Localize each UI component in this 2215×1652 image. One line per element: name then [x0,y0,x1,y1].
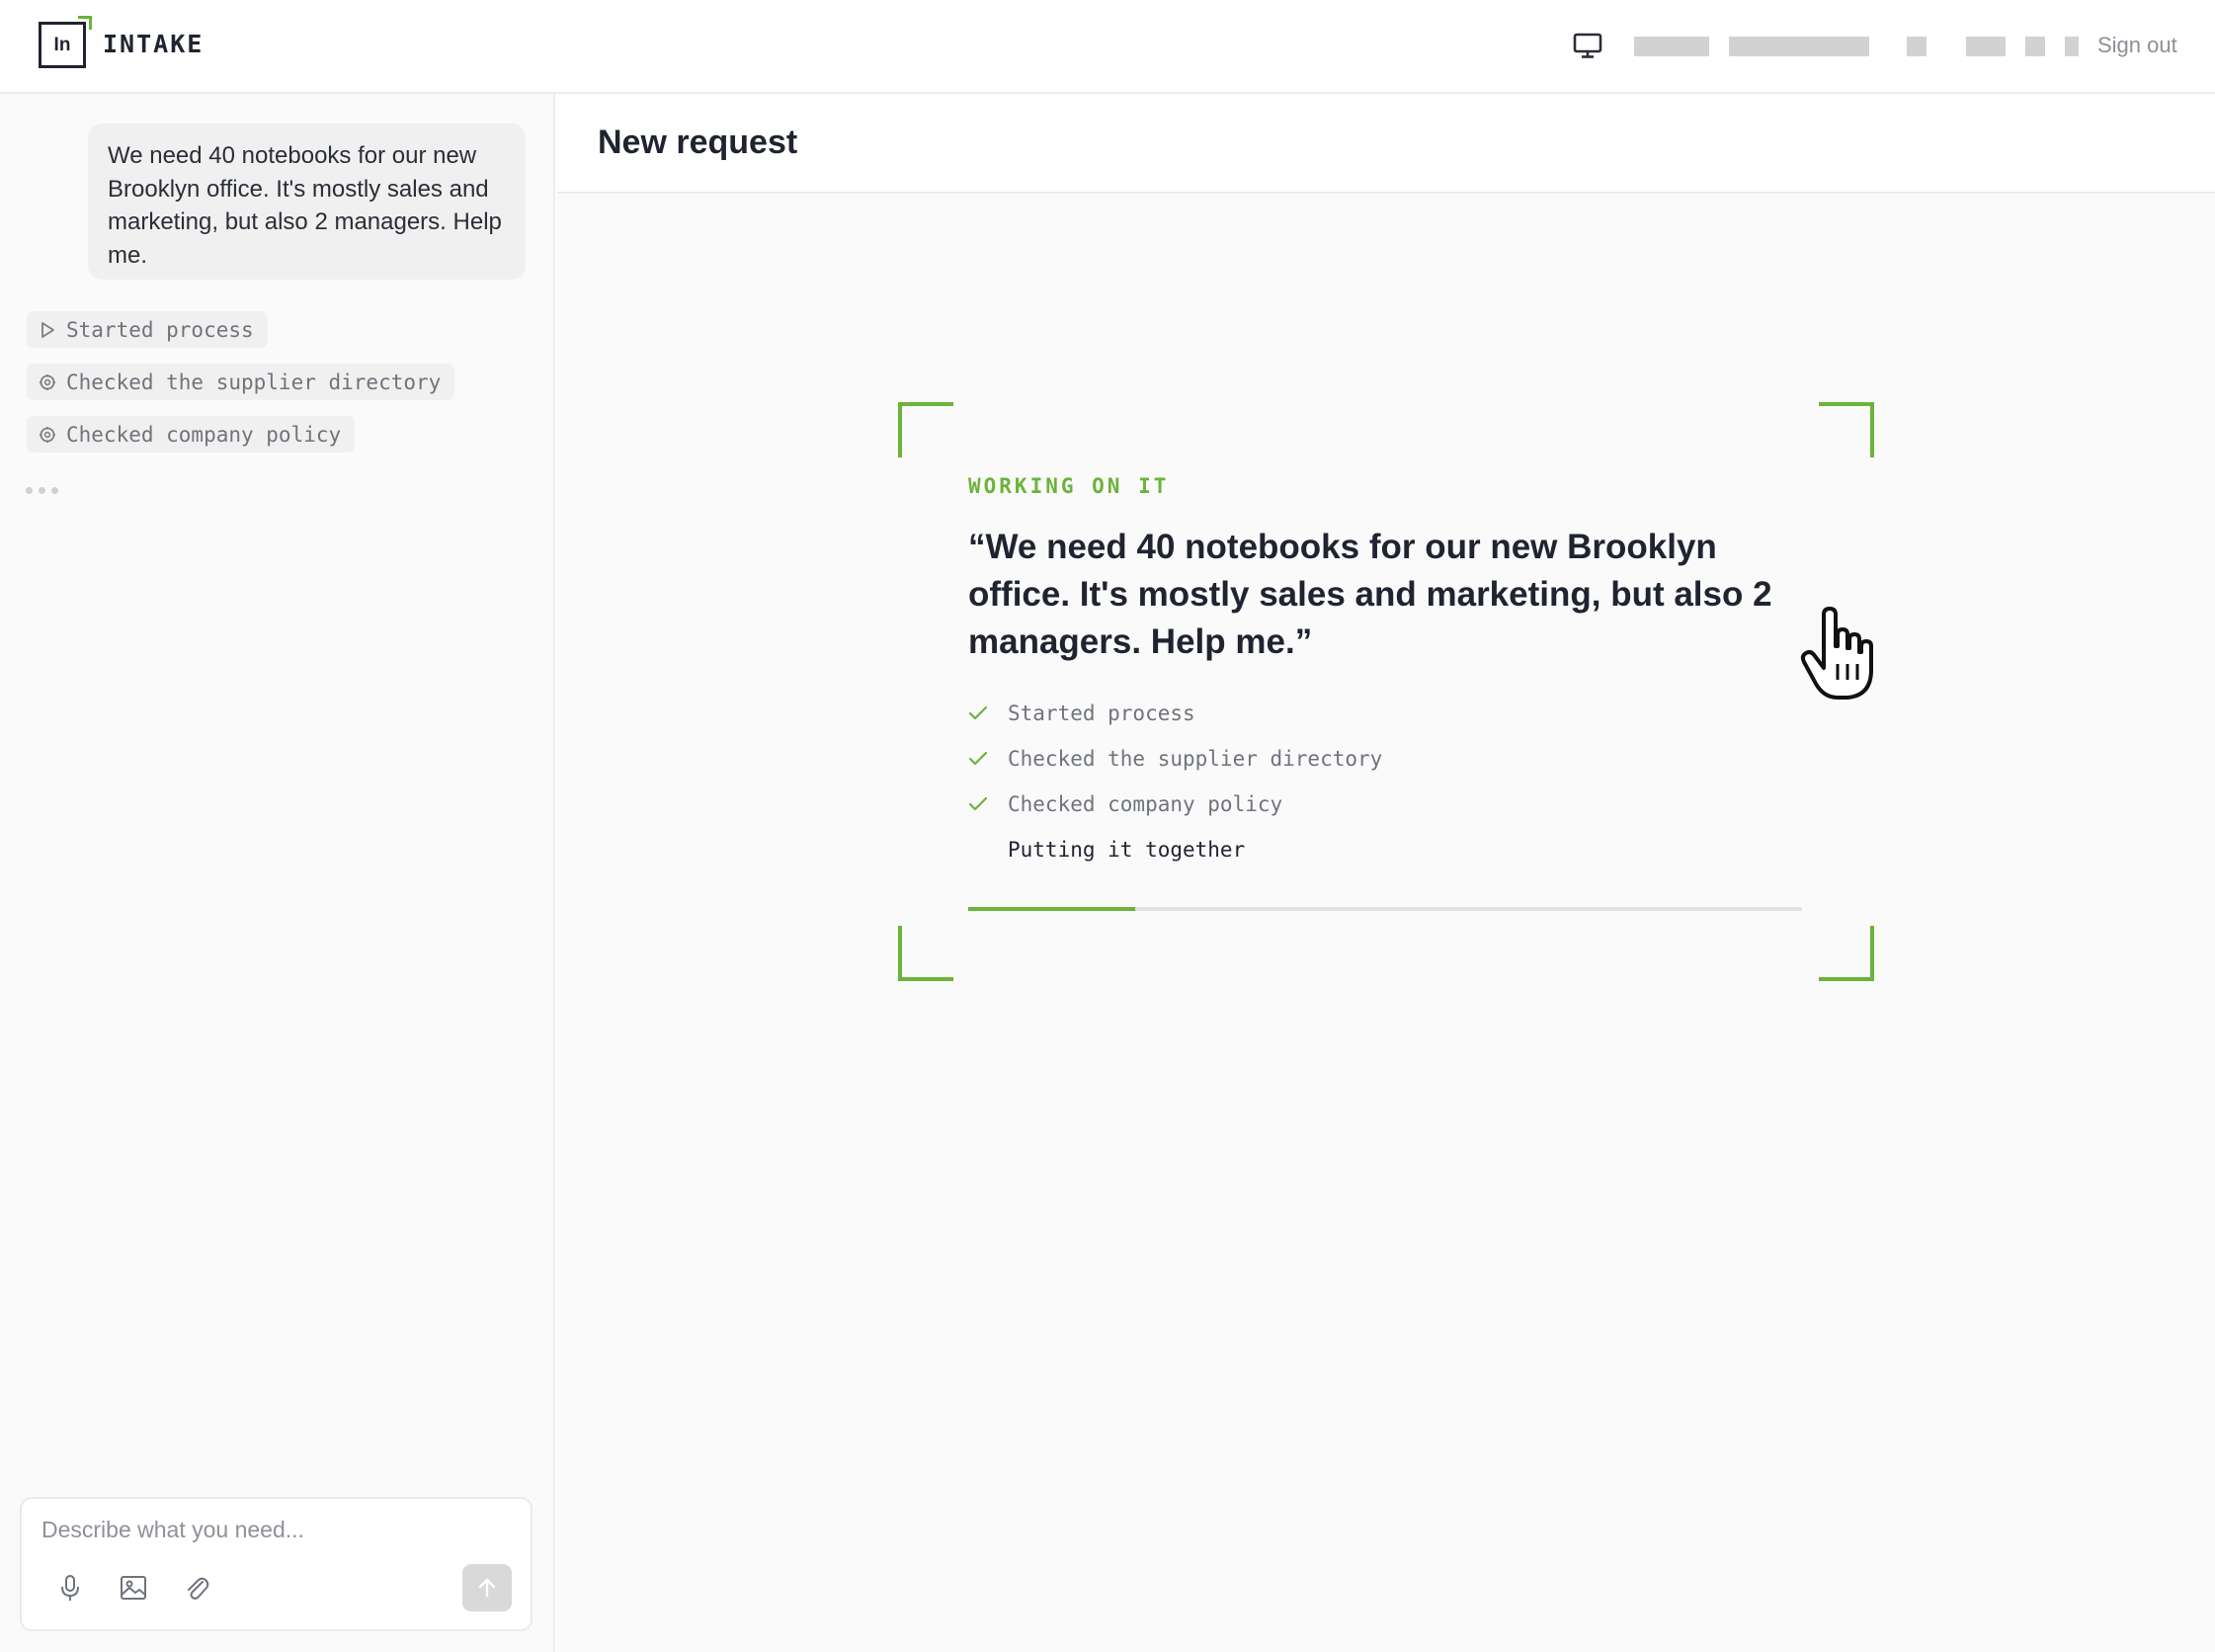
typing-indicator [26,487,58,494]
conversation-sidebar: We need 40 notebooks for our new Brookly… [0,94,555,1652]
main-header: New request [557,94,2215,194]
redacted-nav-item [2025,37,2045,56]
send-button[interactable] [462,1564,512,1611]
activity-chip-supplier[interactable]: Checked the supplier directory [27,364,455,400]
page-title: New request [598,124,798,161]
check-icon [968,705,992,721]
step-label: Putting it together [1008,838,1246,862]
check-icon [968,751,992,767]
activity-chip-started[interactable]: Started process [27,311,268,348]
paperclip-icon[interactable] [182,1573,211,1603]
progress-step: Checked the supplier directory [968,747,1382,771]
activity-chip-label: Checked the supplier directory [66,370,442,394]
top-bar: In INTAKE Sign out [0,0,2215,94]
main-content [557,194,2215,1652]
typing-dot [26,487,33,494]
step-label: Checked company policy [1008,792,1283,816]
frame-corner-top-right [1819,402,1874,457]
arrow-up-icon [478,1578,496,1598]
typing-dot [51,487,58,494]
progress-bar-fill [968,907,1135,911]
redacted-nav-item [1634,37,1709,56]
redacted-nav-item [1966,37,2006,56]
progress-bar [968,907,1802,911]
redacted-nav-item [1729,37,1869,56]
typing-dot [39,487,45,494]
hand-cursor-icon [1800,607,1873,700]
image-icon[interactable] [119,1573,148,1603]
user-message-bubble: We need 40 notebooks for our new Brookly… [88,124,526,280]
progress-step: Checked company policy [968,792,1282,816]
check-icon [968,796,992,812]
progress-step-current: Putting it together [968,838,1245,862]
monitor-icon[interactable] [1573,32,1602,59]
redacted-nav-item [2065,37,2079,56]
frame-corner-bottom-left [898,926,953,981]
sign-out-link[interactable]: Sign out [2097,33,2177,58]
request-quote: “We need 40 notebooks for our new Brookl… [968,528,1772,661]
brand-name: INTAKE [103,30,205,58]
activity-chip-label: Checked company policy [66,422,342,447]
logo-corner-accent [78,16,92,30]
step-label: Started process [1008,702,1195,725]
progress-step: Started process [968,702,1195,725]
status-label: WORKING ON IT [968,474,1170,498]
frame-corner-bottom-right [1819,926,1874,981]
gear-icon [40,373,55,390]
gear-icon [40,426,55,443]
step-label: Checked the supplier directory [1008,747,1383,771]
logo-text: In [53,34,71,55]
frame-corner-top-left [898,402,953,457]
play-icon [41,321,54,338]
message-composer [20,1497,533,1631]
activity-chip-label: Started process [66,317,254,342]
message-input[interactable] [41,1517,506,1543]
microphone-icon[interactable] [55,1573,85,1603]
activity-chip-policy[interactable]: Checked company policy [27,416,356,453]
redacted-nav-item [1907,37,1927,56]
